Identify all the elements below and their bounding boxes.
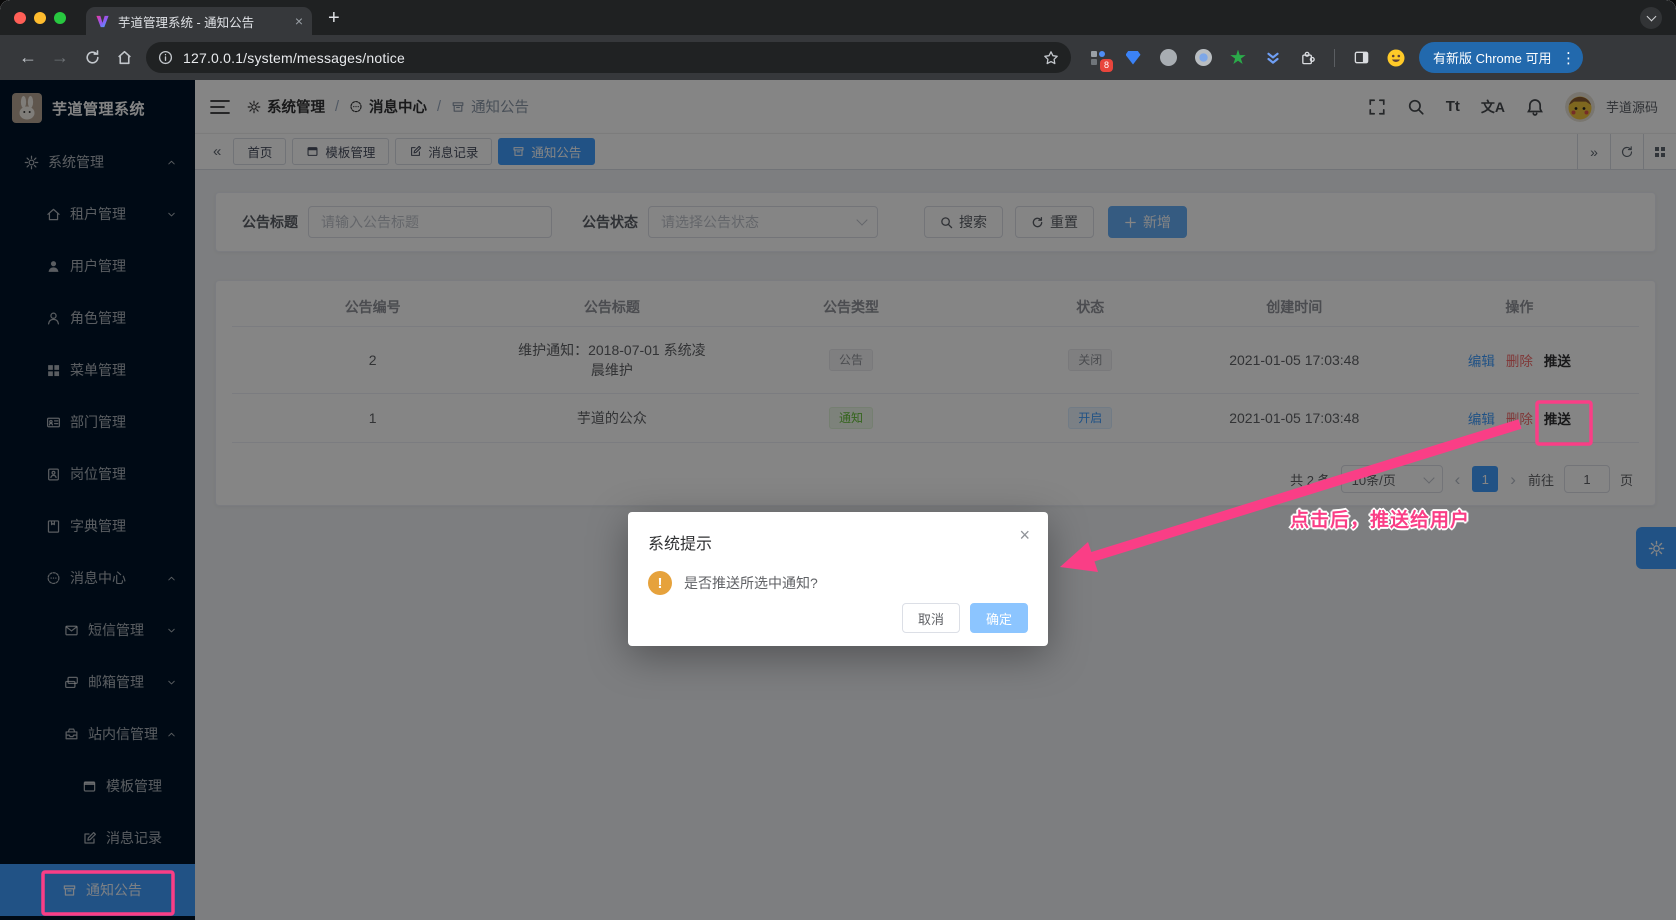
- chevron-down-icon: [1646, 11, 1656, 21]
- dialog-body: ! 是否推送所选中通知?: [648, 571, 1028, 595]
- new-tab-button[interactable]: +: [328, 8, 340, 28]
- warning-icon: !: [648, 571, 672, 595]
- browser-menu-icon[interactable]: ⋮: [1559, 49, 1577, 67]
- cancel-button[interactable]: 取消: [902, 603, 960, 633]
- window-controls: [0, 12, 76, 24]
- home-button[interactable]: [108, 42, 140, 74]
- extension-grid-icon[interactable]: 8: [1089, 49, 1107, 67]
- tab-title: 芋道管理系统 - 通知公告: [118, 12, 287, 31]
- toolbar-divider: [1334, 49, 1335, 67]
- extension-badge: 8: [1100, 59, 1113, 72]
- update-label: 有新版 Chrome 可用: [1433, 48, 1551, 67]
- bookmark-star-icon[interactable]: [1043, 50, 1059, 66]
- confirm-button[interactable]: 确定: [970, 603, 1028, 633]
- reload-button[interactable]: [76, 42, 108, 74]
- site-info-icon[interactable]: [158, 50, 173, 65]
- browser-chrome: 芋道管理系统 - 通知公告 × + ← → 127.0.0.1/system/m…: [0, 0, 1676, 80]
- extension-chevrons-icon[interactable]: [1264, 49, 1282, 67]
- dialog-footer: 取消 确定: [902, 603, 1028, 633]
- forward-button[interactable]: →: [44, 42, 76, 74]
- extension-gem-icon[interactable]: [1124, 49, 1142, 67]
- dialog-message: 是否推送所选中通知?: [684, 573, 818, 593]
- side-panel-icon[interactable]: [1352, 49, 1370, 67]
- system-prompt-dialog: 系统提示 × ! 是否推送所选中通知? 取消 确定: [628, 512, 1048, 646]
- window-minimize-button[interactable]: [34, 12, 46, 24]
- dialog-close-icon[interactable]: ×: [1019, 526, 1030, 544]
- window-close-button[interactable]: [14, 12, 26, 24]
- emoji-extension-icon[interactable]: [1387, 49, 1405, 67]
- browser-tab[interactable]: 芋道管理系统 - 通知公告 ×: [86, 7, 312, 35]
- back-button[interactable]: ←: [12, 42, 44, 74]
- extension-circle-icon[interactable]: [1194, 49, 1212, 67]
- url-text: 127.0.0.1/system/messages/notice: [183, 50, 1033, 66]
- browser-tabstrip: 芋道管理系统 - 通知公告 × +: [0, 0, 1676, 35]
- extension-star-icon[interactable]: [1229, 49, 1247, 67]
- favicon: [95, 14, 110, 29]
- reload-icon: [84, 49, 101, 66]
- address-bar[interactable]: 127.0.0.1/system/messages/notice: [146, 42, 1071, 73]
- screen: 芋道管理系统 - 通知公告 × + ← → 127.0.0.1/system/m…: [0, 0, 1676, 920]
- tab-search-button[interactable]: [1640, 7, 1662, 29]
- browser-toolbar: ← → 127.0.0.1/system/messages/notice 8: [0, 35, 1676, 80]
- modal-overlay: [0, 80, 1676, 920]
- extensions-row: 8: [1089, 49, 1405, 67]
- home-icon: [116, 49, 133, 66]
- dialog-title: 系统提示: [648, 530, 1028, 554]
- window-zoom-button[interactable]: [54, 12, 66, 24]
- tab-close-icon[interactable]: ×: [295, 14, 303, 28]
- chrome-update-chip[interactable]: 有新版 Chrome 可用 ⋮: [1419, 42, 1583, 73]
- extension-face-icon[interactable]: [1159, 49, 1177, 67]
- extensions-puzzle-icon[interactable]: [1299, 49, 1317, 67]
